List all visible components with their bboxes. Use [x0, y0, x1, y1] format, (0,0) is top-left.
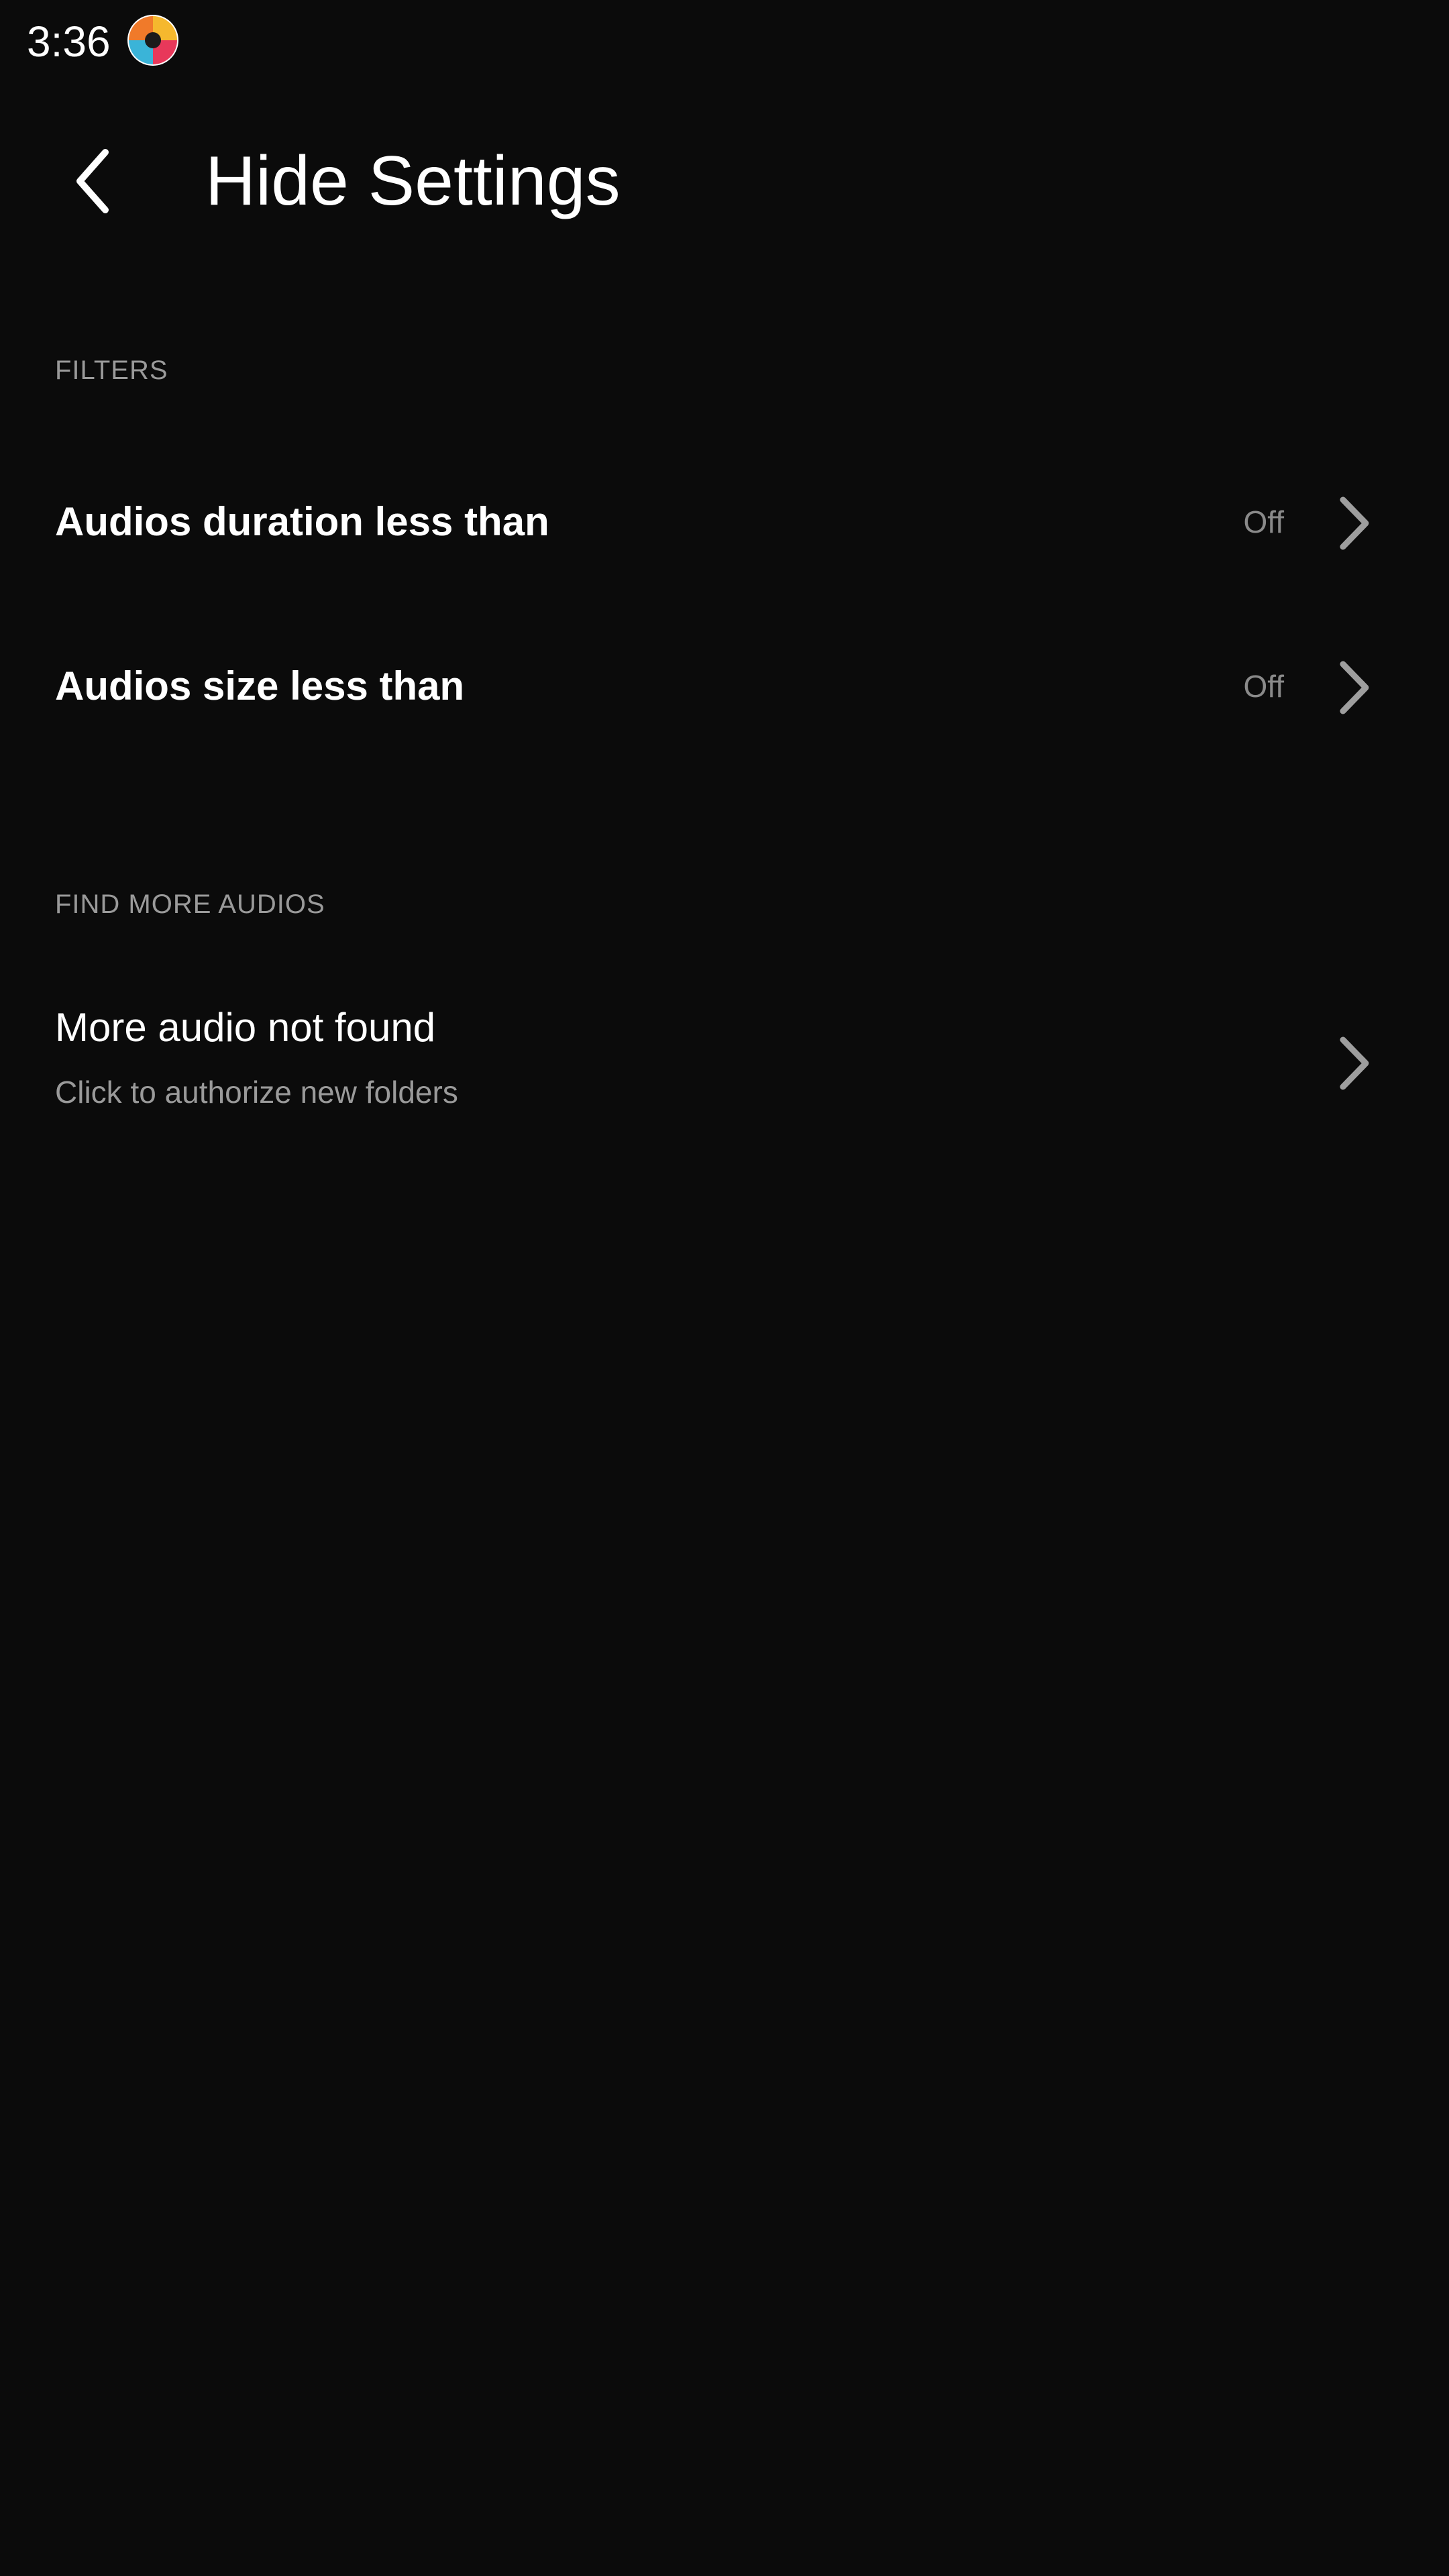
row-value: Off	[1243, 669, 1284, 704]
audios-size-row[interactable]: Audios size less than Off	[0, 634, 1449, 741]
chevron-left-icon	[76, 149, 109, 213]
status-time: 3:36	[27, 17, 111, 66]
row-label: More audio not found	[55, 1005, 436, 1050]
row-label: Audios duration less than	[55, 499, 549, 544]
row-label: Audios size less than	[55, 663, 465, 708]
section-header-filters: FILTERS	[55, 356, 168, 385]
back-button[interactable]	[54, 134, 134, 228]
chevron-right-icon	[1340, 661, 1369, 714]
row-subtitle: Click to authorize new folders	[55, 1075, 458, 1110]
chevron-right-icon	[1340, 1036, 1369, 1090]
more-audio-not-found-row[interactable]: More audio not found Click to authorize …	[0, 979, 1449, 1140]
page-title: Hide Settings	[205, 142, 621, 220]
chevron-right-icon	[1340, 496, 1369, 550]
audios-duration-row[interactable]: Audios duration less than Off	[0, 470, 1449, 577]
app-bar: Hide Settings	[0, 107, 1449, 255]
row-value: Off	[1243, 504, 1284, 539]
app-notification-icon	[126, 13, 180, 67]
section-header-find-more-audios: FIND MORE AUDIOS	[55, 890, 325, 919]
status-bar: 3:36	[0, 0, 1449, 80]
